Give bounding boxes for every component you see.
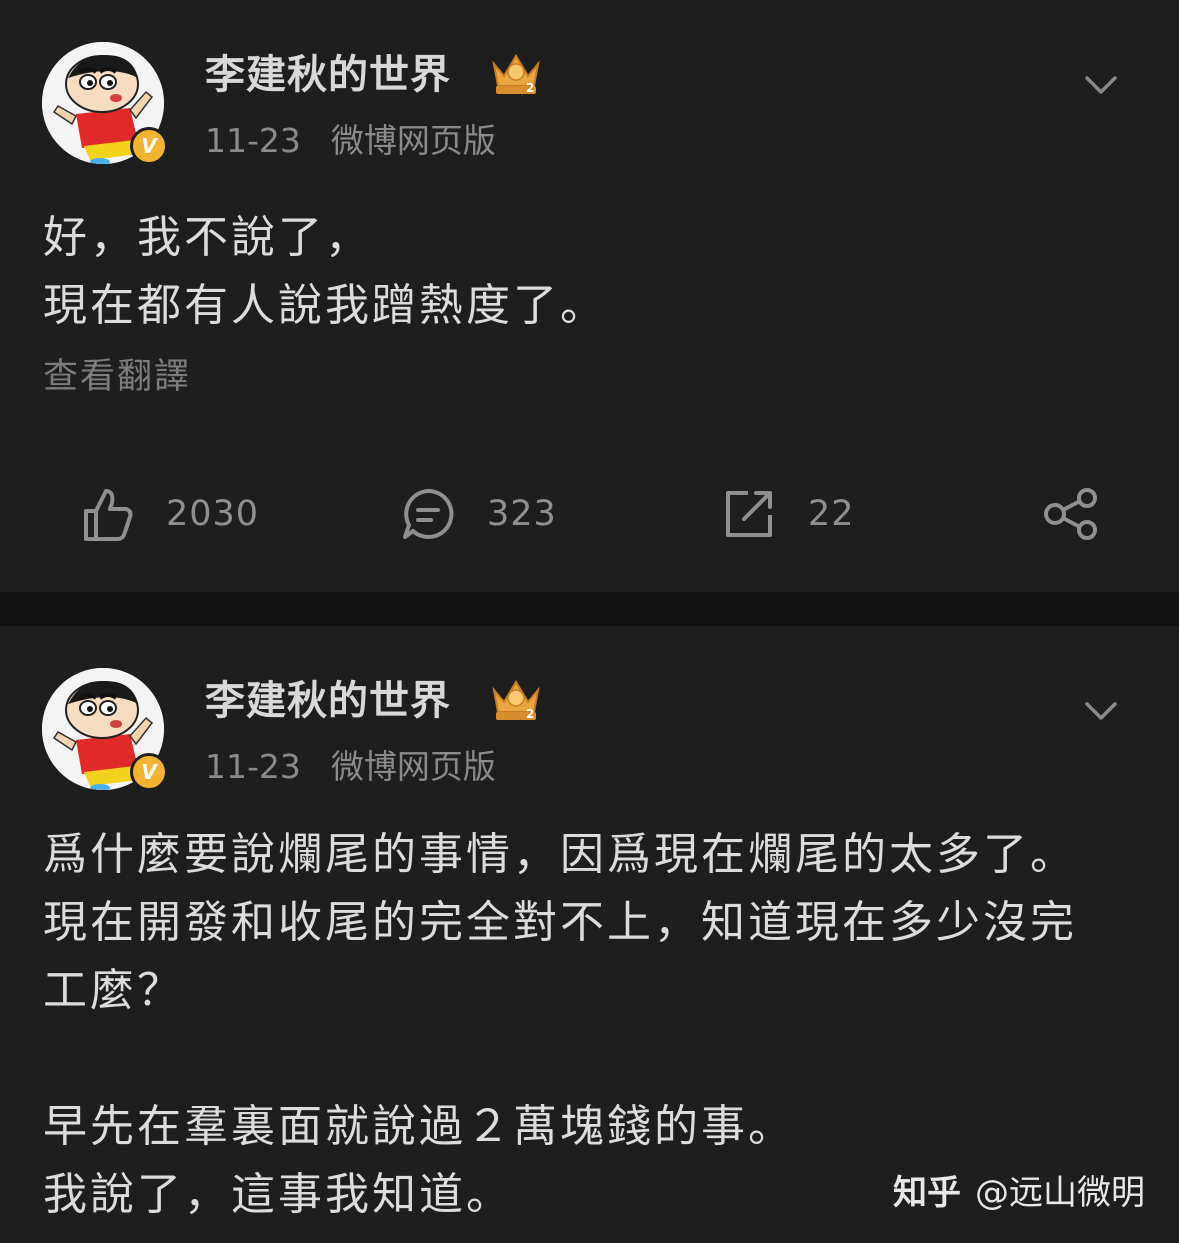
crown-icon: 2: [492, 54, 540, 95]
content-line: 早先在羣裏面就說過２萬塊錢的事。: [43, 1101, 795, 1152]
verified-icon: V: [130, 753, 168, 791]
share-icon: [1044, 488, 1097, 540]
post-content: 好，我不說了， 現在都有人說我蹭熱度了。: [43, 204, 1143, 340]
watermark-handle: @远山微明: [975, 1173, 1145, 1213]
like-button[interactable]: 2030: [80, 482, 259, 546]
thumbs-up-icon: [84, 489, 133, 541]
content-line: 現在都有人說我蹭熱度了。: [43, 280, 607, 331]
share-button[interactable]: [1043, 482, 1099, 546]
post-source: 微博网页版: [330, 747, 496, 786]
username[interactable]: 李建秋的世界: [205, 48, 451, 102]
post-date: 11-23: [205, 121, 301, 160]
post-content: 爲什麼要說爛尾的事情，因爲現在爛尾的太多了。 現在開發和收尾的完全對不上，知道現…: [43, 821, 1143, 1229]
content-line: 工麼？: [43, 965, 184, 1016]
watermark-brand: 知乎: [893, 1173, 961, 1213]
level-badge: 2: [526, 81, 534, 95]
content-line: 好，我不說了，: [43, 212, 372, 263]
like-count: 2030: [166, 494, 260, 534]
crown-icon: 2: [492, 680, 540, 721]
post-meta: 11-23 微博网页版: [205, 744, 496, 790]
comment-icon: [403, 488, 454, 539]
username[interactable]: 李建秋的世界: [205, 674, 451, 728]
post-divider: [0, 592, 1179, 626]
chevron-down-icon[interactable]: [1082, 70, 1120, 102]
repost-button[interactable]: 22: [722, 482, 855, 546]
level-badge: 2: [526, 707, 534, 721]
repost-icon: [726, 491, 772, 537]
verified-icon: V: [130, 127, 168, 165]
view-translation-link[interactable]: 查看翻譯: [43, 352, 191, 402]
content-line: [43, 1025, 1143, 1093]
post-date: 11-23: [205, 747, 301, 786]
content-line: 現在開發和收尾的完全對不上，知道現在多少沒完: [43, 897, 1077, 948]
post-meta: 11-23 微博网页版: [205, 118, 496, 164]
zhihu-watermark: 知乎 @远山微明: [893, 1170, 1145, 1216]
repost-count: 22: [808, 494, 855, 534]
weibo-post: V 李建秋的世界 2 11-23 微博网页版 好，我不說了， 現在都有人說我蹭熱度…: [0, 0, 1179, 592]
comment-button[interactable]: 323: [401, 482, 557, 546]
weibo-post: V 李建秋的世界 2 11-23 微博网页版 爲什麼要說爛尾的事情，因爲現在爛尾的…: [0, 626, 1179, 1243]
comment-count: 323: [487, 494, 557, 534]
post-source: 微博网页版: [330, 121, 496, 160]
content-line: 爲什麼要說爛尾的事情，因爲現在爛尾的太多了。: [43, 829, 1077, 880]
chevron-down-icon[interactable]: [1082, 696, 1120, 728]
